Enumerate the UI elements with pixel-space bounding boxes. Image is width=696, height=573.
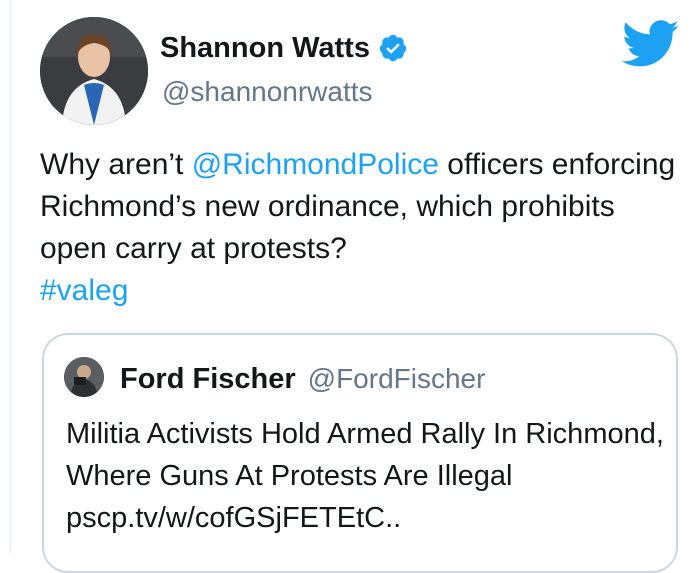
mention-link[interactable]: @RichmondPolice (192, 148, 439, 181)
hashtag-link[interactable]: #valeg (40, 274, 128, 307)
quoted-author-handle[interactable]: @FordFischer (308, 363, 486, 395)
tweet-text-part: Why aren’t (40, 148, 192, 181)
verified-badge-icon (379, 34, 407, 62)
author-handle[interactable]: @shannonrwatts (162, 76, 373, 108)
author-name-row: Shannon Watts (160, 28, 408, 68)
quoted-author-avatar[interactable] (64, 357, 104, 397)
author-name[interactable]: Shannon Watts (160, 32, 370, 65)
tweet-text: Why aren’t @RichmondPolice officers enfo… (40, 144, 680, 312)
quoted-header: Ford Fischer @FordFischer (120, 359, 485, 399)
quoted-text: Militia Activists Hold Armed Rally In Ri… (66, 418, 664, 534)
quoted-tweet[interactable]: Ford Fischer @FordFischer Militia Activi… (42, 333, 678, 573)
author-avatar[interactable] (40, 17, 148, 125)
quoted-author-name[interactable]: Ford Fischer (120, 363, 296, 396)
twitter-bird-icon[interactable] (622, 20, 680, 68)
